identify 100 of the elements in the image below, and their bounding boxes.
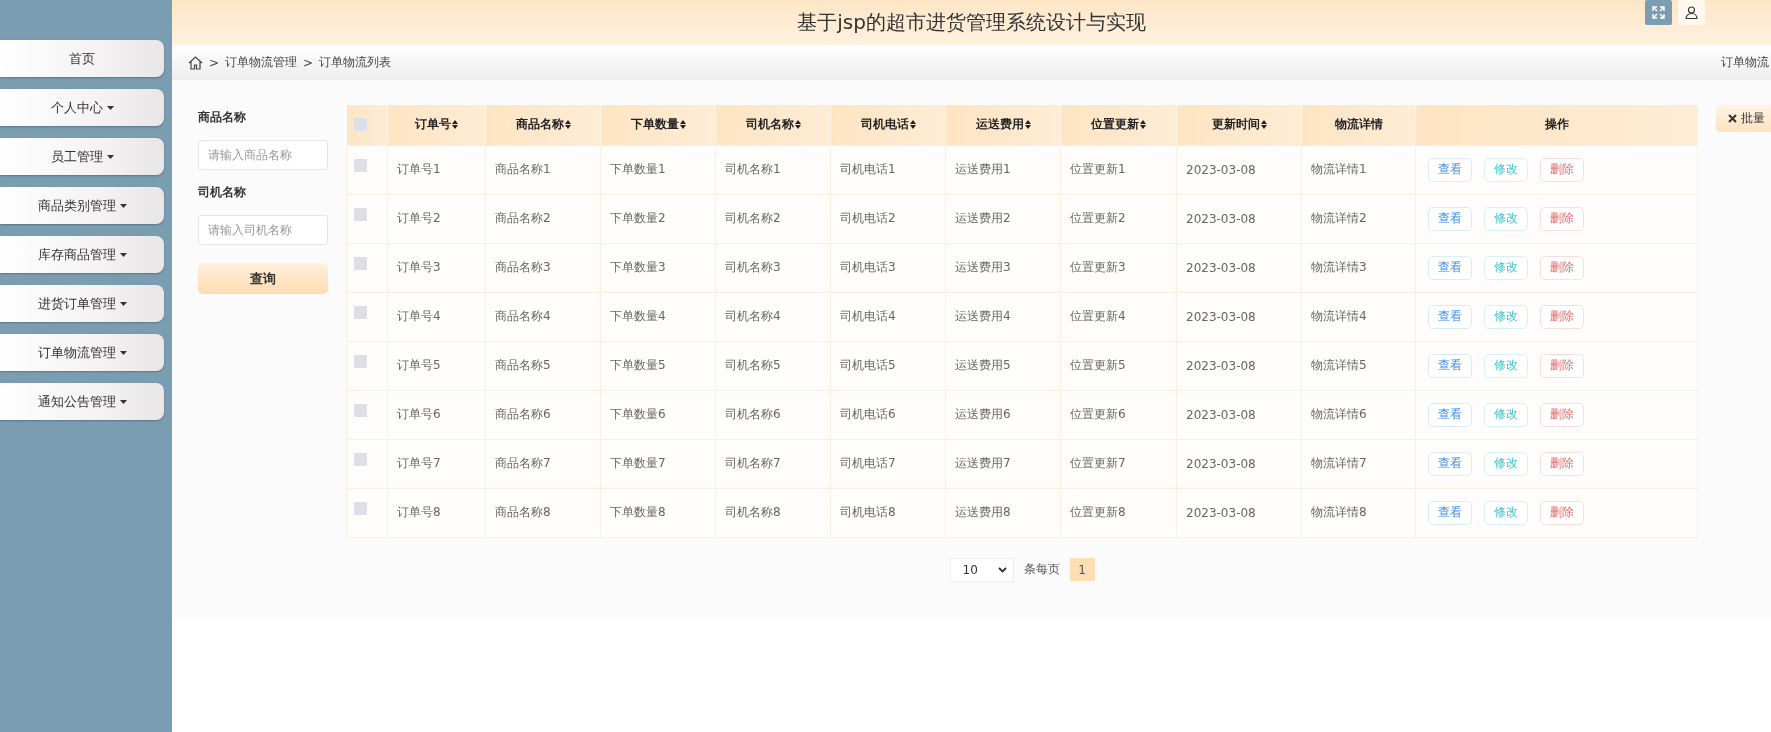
table-cell: 订单号2 [397,211,441,225]
table-cell: 位置更新3 [1070,260,1126,274]
caret-icon [106,105,114,110]
filter-label: 商品名称 [198,109,247,126]
action-button[interactable]: 修改 [1484,353,1528,378]
action-button[interactable]: 查看 [1428,304,1472,329]
action-button[interactable]: 删除 [1540,500,1584,525]
table-cell: 位置更新1 [1070,162,1126,176]
table-cell: 司机名称6 [725,407,781,421]
row-checkbox[interactable] [354,502,367,515]
sort-icon[interactable] [794,120,801,130]
action-button[interactable]: 删除 [1540,353,1584,378]
action-button[interactable]: 删除 [1540,206,1584,231]
sort-icon[interactable] [909,120,916,130]
table-cell: 物流详情2 [1311,211,1367,225]
search-field[interactable]: 请输入商品名称 [198,140,328,170]
table-cell: 位置更新6 [1070,407,1126,421]
action-button[interactable]: 删除 [1540,157,1584,182]
table-cell: 下单数量1 [610,162,666,176]
table-cell: 订单号4 [397,309,441,323]
table-cell: 2023-03-08 [1186,407,1256,422]
column-header[interactable]: 更新时间 [1211,116,1267,134]
sidebar-item[interactable]: 通知公告管理 [0,383,164,420]
sort-icon[interactable] [1024,120,1031,130]
table-cell: 物流详情6 [1311,407,1367,421]
table-cell: 运送费用6 [955,407,1011,421]
page-size-select[interactable]: 10 [949,557,1014,582]
row-checkbox[interactable] [354,355,367,368]
table-cell: 2023-03-08 [1186,309,1256,324]
sidebar-item[interactable]: 商品类别管理 [0,187,164,224]
sidebar-item[interactable]: 进货订单管理 [0,285,164,322]
action-button[interactable]: 查看 [1428,402,1472,427]
table-cell: 司机名称5 [725,358,781,372]
chevron-down-icon[interactable] [997,566,1007,573]
table-cell: 运送费用7 [955,456,1011,470]
action-button[interactable]: 删除 [1540,451,1584,476]
table-cell: 司机名称7 [725,456,781,470]
table-cell: 2023-03-08 [1186,162,1256,177]
action-button[interactable]: 删除 [1540,402,1584,427]
action-button[interactable]: 查看 [1428,206,1472,231]
sort-icon[interactable] [1260,120,1267,130]
action-button[interactable]: 修改 [1484,451,1528,476]
table-cell: 商品名称3 [495,260,551,274]
fullscreen-icon[interactable] [1645,0,1672,25]
table-cell: 订单号5 [397,358,441,372]
action-button[interactable]: 修改 [1484,255,1528,280]
page-button[interactable]: 1 [1069,558,1095,581]
table-cell: 司机电话2 [840,211,896,225]
table-cell: 运送费用4 [955,309,1011,323]
row-checkbox[interactable] [354,208,367,221]
table-cell: 下单数量8 [610,505,666,519]
search-field[interactable]: 请输入司机名称 [198,215,328,245]
sidebar-item[interactable]: 首页 [0,40,164,77]
sort-icon[interactable] [452,120,458,130]
breadcrumb-item[interactable]: 订单物流管理 [225,54,298,71]
caret-icon [119,399,127,404]
action-button[interactable]: 查看 [1428,353,1472,378]
sidebar-item[interactable]: 订单物流管理 [0,334,164,371]
action-button[interactable]: 查看 [1428,500,1472,525]
column-header[interactable]: 订单号 [415,116,458,134]
table-cell: 2023-03-08 [1186,260,1256,275]
sort-icon[interactable] [679,120,686,130]
select-all-checkbox[interactable] [353,118,367,132]
close-icon [1728,114,1737,123]
home-icon[interactable] [188,55,203,70]
table-cell: 商品名称7 [495,456,551,470]
row-checkbox[interactable] [354,257,367,270]
row-checkbox[interactable] [354,306,367,319]
action-button[interactable]: 修改 [1484,500,1528,525]
breadcrumb-separator: > [303,55,314,70]
action-button[interactable]: 修改 [1484,304,1528,329]
action-button[interactable]: 查看 [1428,451,1472,476]
action-button[interactable]: 删除 [1540,304,1584,329]
query-button[interactable]: 查询 [198,263,328,294]
sidebar-item[interactable]: 个人中心 [0,89,164,126]
row-checkbox[interactable] [354,159,367,172]
table-cell: 司机电话3 [840,260,896,274]
user-icon[interactable] [1678,0,1705,25]
table-cell: 下单数量7 [610,456,666,470]
action-button[interactable]: 修改 [1484,402,1528,427]
row-checkbox[interactable] [354,404,367,417]
table-cell: 司机电话1 [840,162,896,176]
breadcrumb-item[interactable]: 订单物流列表 [319,54,392,71]
action-button[interactable]: 查看 [1428,255,1472,280]
sidebar-item[interactable]: 库存商品管理 [0,236,164,273]
sidebar-item[interactable]: 员工管理 [0,138,164,175]
table-cell: 司机电话7 [840,456,896,470]
batch-delete-button[interactable]: 批量 [1716,105,1771,132]
sort-icon[interactable] [564,120,571,130]
action-button[interactable]: 查看 [1428,157,1472,182]
action-button[interactable]: 修改 [1484,206,1528,231]
action-button[interactable]: 修改 [1484,157,1528,182]
table-cell: 位置更新4 [1070,309,1126,323]
action-button[interactable]: 删除 [1540,255,1584,280]
table-cell: 物流详情5 [1311,358,1367,372]
sort-icon[interactable] [1140,120,1146,130]
table-cell: 物流详情4 [1311,309,1367,323]
row-checkbox[interactable] [354,453,367,466]
table-cell: 订单号8 [397,505,441,519]
table-cell: 2023-03-08 [1186,505,1256,520]
